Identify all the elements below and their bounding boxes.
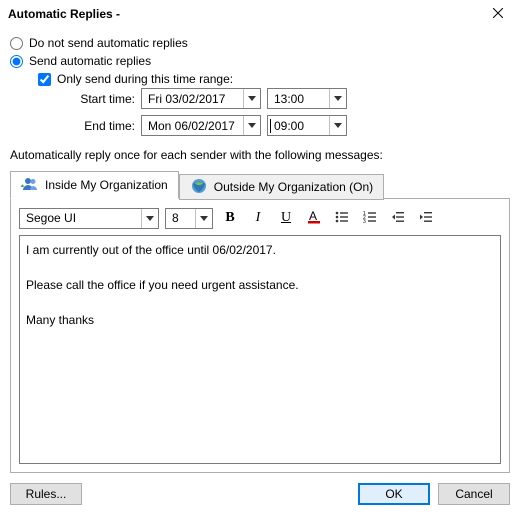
start-time-combo[interactable]: 13:00: [267, 88, 347, 109]
radio-send-input[interactable]: [10, 55, 23, 68]
font-size-value: 8: [172, 211, 179, 225]
indent-button[interactable]: [415, 207, 437, 229]
chevron-down-icon: [329, 116, 346, 135]
ok-button[interactable]: OK: [358, 483, 430, 505]
italic-button[interactable]: I: [247, 207, 269, 229]
start-time-value: 13:00: [274, 92, 304, 106]
svg-text:3: 3: [363, 219, 366, 225]
bold-button[interactable]: B: [219, 207, 241, 229]
message-editor[interactable]: I am currently out of the office until 0…: [19, 235, 501, 464]
font-family-value: Segoe UI: [26, 211, 76, 225]
editor-toolbar: Segoe UI 8 B I U A: [19, 207, 501, 229]
outdent-icon: [390, 209, 406, 228]
radio-do-not-send[interactable]: Do not send automatic replies: [10, 34, 510, 52]
radio-do-not-send-input[interactable]: [10, 37, 23, 50]
cancel-button[interactable]: Cancel: [438, 483, 510, 505]
end-date-value: Mon 06/02/2017: [148, 119, 235, 133]
start-time-label: Start time:: [50, 92, 135, 106]
underline-button[interactable]: U: [275, 207, 297, 229]
chevron-down-icon: [195, 209, 212, 228]
tab-pane-inside: Segoe UI 8 B I U A: [10, 198, 510, 473]
end-time-combo[interactable]: 09:00: [267, 115, 347, 136]
svg-text:A: A: [309, 209, 317, 223]
start-date-value: Fri 03/02/2017: [148, 92, 225, 106]
font-family-combo[interactable]: Segoe UI: [19, 208, 159, 229]
chevron-down-icon: [329, 89, 346, 108]
end-time-label: End time:: [50, 119, 135, 133]
tabs: Inside My Organization Outside My Organi…: [10, 169, 510, 199]
checkbox-time-range-label: Only send during this time range:: [57, 72, 233, 86]
dialog-buttons: Rules... OK Cancel: [0, 473, 520, 515]
radio-send-label: Send automatic replies: [29, 54, 151, 68]
indent-icon: [418, 209, 434, 228]
end-date-combo[interactable]: Mon 06/02/2017: [141, 115, 261, 136]
number-list-icon: 123: [362, 209, 378, 228]
radio-do-not-send-label: Do not send automatic replies: [29, 36, 188, 50]
chevron-down-icon: [243, 116, 260, 135]
checkbox-time-range-input[interactable]: [38, 73, 51, 86]
tab-inside-org[interactable]: Inside My Organization: [10, 171, 179, 199]
tab-outside-org[interactable]: Outside My Organization (On): [179, 174, 384, 200]
checkbox-time-range[interactable]: Only send during this time range:: [38, 70, 510, 88]
close-button[interactable]: [478, 1, 518, 27]
time-range-grid: Start time: Fri 03/02/2017 13:00 End tim…: [50, 88, 510, 136]
close-icon: [493, 7, 503, 21]
window-title: Automatic Replies -: [8, 7, 120, 21]
bullet-list-icon: [334, 209, 350, 228]
outdent-button[interactable]: [387, 207, 409, 229]
end-time-value: 09:00: [270, 119, 304, 133]
org-outside-icon: [190, 177, 208, 198]
section-instruction: Automatically reply once for each sender…: [10, 148, 510, 162]
start-date-combo[interactable]: Fri 03/02/2017: [141, 88, 261, 109]
bullet-list-button[interactable]: [331, 207, 353, 229]
automatic-replies-dialog: Automatic Replies - Do not send automati…: [0, 0, 520, 515]
org-inside-icon: [21, 175, 39, 196]
tab-outside-label: Outside My Organization (On): [214, 180, 373, 194]
radio-send[interactable]: Send automatic replies: [10, 52, 510, 70]
number-list-button[interactable]: 123: [359, 207, 381, 229]
dialog-body: Do not send automatic replies Send autom…: [0, 28, 520, 473]
font-color-button[interactable]: A: [303, 207, 325, 229]
chevron-down-icon: [243, 89, 260, 108]
tab-inside-label: Inside My Organization: [45, 178, 168, 192]
font-color-icon: A: [306, 209, 322, 228]
chevron-down-icon: [141, 209, 158, 228]
font-size-combo[interactable]: 8: [165, 208, 213, 229]
title-bar: Automatic Replies -: [0, 0, 520, 28]
rules-button[interactable]: Rules...: [10, 483, 82, 505]
